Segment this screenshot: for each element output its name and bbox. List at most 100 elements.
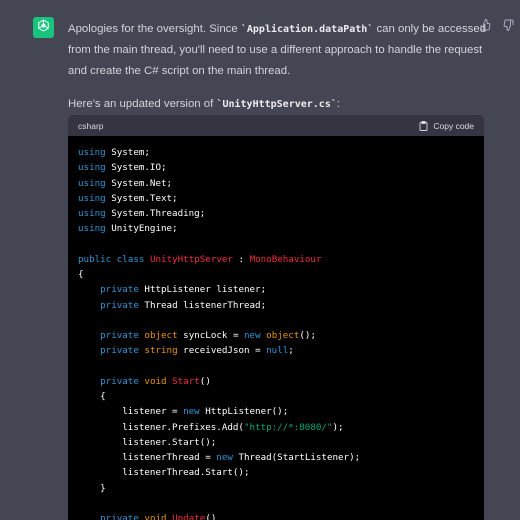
code-string: "http://*:8080/" bbox=[243, 421, 333, 433]
inline-code: `Application.dataPath` bbox=[240, 24, 374, 35]
assistant-message: Apologies for the oversight. Since `Appl… bbox=[68, 19, 488, 115]
code-keyword: new bbox=[216, 452, 233, 463]
code-keyword: private bbox=[100, 299, 139, 311]
code-class-name: UnityHttpServer bbox=[149, 253, 233, 265]
code-line: using UnityEngine; bbox=[78, 221, 474, 236]
code-keyword: using bbox=[78, 162, 106, 174]
code-line: private object syncLock = new object(); bbox=[78, 328, 474, 343]
code-text: listenerThread = bbox=[78, 452, 217, 463]
code-text: ); bbox=[332, 421, 344, 433]
copy-code-button[interactable]: Copy code bbox=[419, 121, 474, 131]
code-type: string bbox=[144, 345, 178, 357]
code-text: System.Threading; bbox=[105, 208, 206, 219]
inline-code: `UnityHttpServer.cs` bbox=[216, 99, 337, 110]
code-text: HttpListener listener; bbox=[138, 284, 267, 296]
code-text: System.Text; bbox=[105, 192, 178, 204]
code-text: listener.Prefixes.Add( bbox=[78, 421, 244, 433]
message-text: : bbox=[336, 98, 341, 110]
assistant-avatar bbox=[33, 17, 54, 38]
code-line: using System.IO; bbox=[78, 160, 474, 175]
code-keyword: null bbox=[266, 345, 289, 357]
code-text: System.Net; bbox=[105, 177, 173, 189]
code-class-name: MonoBehaviour bbox=[249, 253, 322, 265]
code-line: private HttpListener listener; bbox=[78, 282, 474, 297]
code-text: receivedJson = bbox=[177, 345, 267, 357]
code-line: listener.Prefixes.Add("http://*:8080/"); bbox=[78, 420, 474, 435]
code-text: listener.Start(); bbox=[78, 436, 217, 448]
code-type: object bbox=[266, 330, 300, 341]
code-line: listener = new HttpListener(); bbox=[78, 404, 474, 419]
code-text: { bbox=[78, 391, 106, 402]
code-text: : bbox=[232, 253, 250, 265]
code-type: void bbox=[144, 513, 167, 520]
code-text: } bbox=[78, 482, 106, 494]
code-line: using System.Threading; bbox=[78, 206, 474, 221]
chat-message-view: Apologies for the oversight. Since `Appl… bbox=[0, 0, 520, 520]
message-text: Apologies for the oversight. Since bbox=[68, 23, 241, 35]
code-type: object bbox=[144, 330, 178, 341]
code-line: } bbox=[78, 481, 474, 496]
code-line: private void Start() bbox=[78, 374, 474, 389]
code-keyword: using bbox=[78, 208, 106, 219]
thumbs-down-icon[interactable] bbox=[502, 19, 514, 31]
code-text: System; bbox=[105, 147, 150, 158]
code-keyword: private bbox=[100, 284, 139, 296]
code-text: (); bbox=[299, 330, 316, 341]
code-line: public class UnityHttpServer : MonoBehav… bbox=[78, 252, 474, 267]
code-line: { bbox=[78, 389, 474, 404]
code-line: listenerThread = new Thread(StartListene… bbox=[78, 450, 474, 465]
code-line: using System.Net; bbox=[78, 176, 474, 191]
message-paragraph: Here's an updated version of `UnityHttpS… bbox=[68, 94, 488, 115]
code-line: using System; bbox=[78, 145, 474, 160]
code-text: System.IO; bbox=[105, 162, 167, 174]
code-text: { bbox=[78, 269, 84, 280]
code-line: private Thread listenerThread; bbox=[78, 298, 474, 313]
code-keyword: using bbox=[78, 223, 106, 235]
code-text: Thread listenerThread; bbox=[138, 299, 267, 311]
code-block: csharp Copy code using System; using Syst… bbox=[68, 115, 484, 520]
code-class-name: Start bbox=[172, 375, 200, 387]
code-keyword: new bbox=[244, 330, 261, 341]
code-language-label: csharp bbox=[78, 120, 104, 131]
code-text: () bbox=[199, 375, 211, 387]
message-paragraph: Apologies for the oversight. Since `Appl… bbox=[68, 19, 488, 82]
code-line: private string receivedJson = null; bbox=[78, 343, 474, 358]
message-text: Here's an updated version of bbox=[68, 98, 217, 110]
code-block-header: csharp Copy code bbox=[68, 115, 484, 136]
copy-code-label: Copy code bbox=[433, 120, 474, 131]
code-class-name: Update bbox=[172, 513, 206, 520]
code-line: using System.Text; bbox=[78, 191, 474, 206]
code-keyword: class bbox=[116, 253, 145, 265]
code-text: UnityEngine; bbox=[105, 223, 178, 235]
code-keyword: using bbox=[78, 177, 106, 189]
code-text: ; bbox=[288, 345, 294, 357]
code-text: () bbox=[205, 513, 217, 520]
code-type: void bbox=[144, 375, 167, 387]
code-content: using System; using System.IO; using Syste… bbox=[68, 136, 484, 520]
openai-logo-icon bbox=[36, 18, 51, 38]
code-keyword: public bbox=[78, 253, 112, 265]
code-keyword: private bbox=[100, 345, 139, 357]
code-text: listener = bbox=[78, 406, 184, 418]
code-text: syncLock = bbox=[177, 330, 245, 341]
code-text: listenerThread.Start(); bbox=[78, 467, 250, 479]
code-keyword: new bbox=[183, 406, 200, 418]
code-line: listenerThread.Start(); bbox=[78, 465, 474, 480]
code-keyword: private bbox=[100, 513, 139, 520]
code-line: { bbox=[78, 267, 474, 282]
code-keyword: private bbox=[100, 375, 139, 387]
code-line: private void Update() bbox=[78, 511, 474, 520]
code-text: Thread(StartListener); bbox=[232, 452, 361, 463]
code-line: listener.Start(); bbox=[78, 435, 474, 450]
code-keyword: private bbox=[100, 330, 139, 341]
